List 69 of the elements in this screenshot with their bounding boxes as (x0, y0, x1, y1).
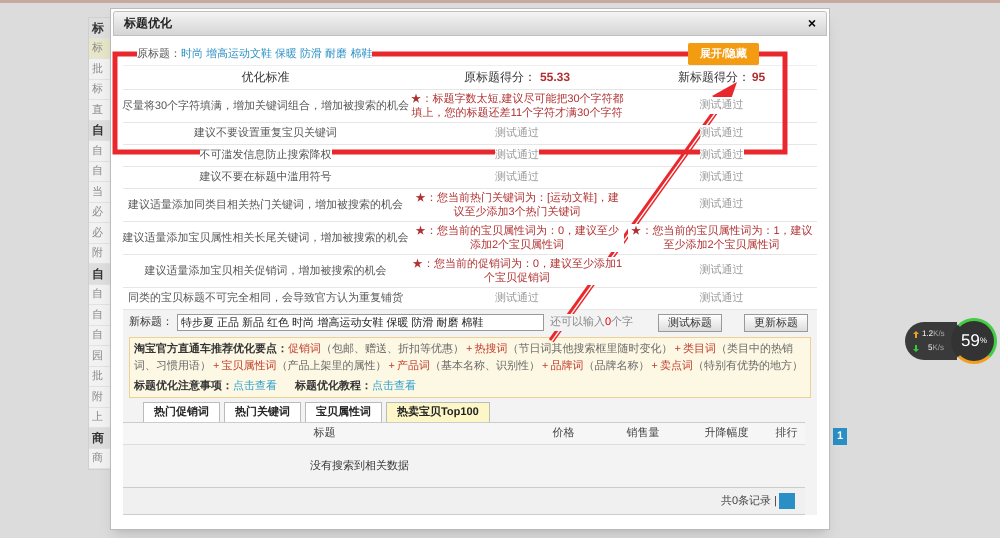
sidebar-item[interactable]: 标 (89, 80, 111, 99)
table-cell: 尽量将30个字符填满，增加关键词组合，增加被搜索的机会 (122, 98, 410, 112)
record-count: 共0条记录 | (720, 494, 777, 509)
sidebar-header: 自 (89, 264, 111, 284)
sidebar-item[interactable]: 自 (89, 326, 111, 345)
sidebar-item[interactable]: 批 (89, 59, 111, 78)
sidebar-item[interactable]: 自 (89, 284, 111, 304)
memory-gauge: 59% (951, 318, 997, 364)
table-cell: 不可滥发信息防止搜索降权 (200, 148, 332, 162)
dialog-title: 标题优化 (124, 15, 172, 32)
page-button[interactable]: 1 (833, 428, 848, 444)
new-title-label: 新标题： (129, 314, 173, 330)
score-value: 95 (752, 69, 766, 86)
sidebar-item[interactable]: 必 (89, 223, 111, 242)
view-link[interactable]: 点击查看 (372, 378, 416, 394)
test-title-button[interactable]: 测试标题 (658, 314, 722, 332)
download-speed: 5K/s (927, 342, 944, 354)
sidebar-item[interactable]: 自 (89, 162, 111, 181)
upload-arrow-icon (913, 330, 919, 338)
table-cell: 建议适量添加同类目相关热门关键词，增加被搜索的机会 (128, 198, 403, 212)
download-arrow-icon (913, 344, 919, 352)
sidebar-item[interactable]: 直 (89, 100, 111, 120)
warning-text: ★：您当前的宝贝属性词为：1，建议至少添加2个宝贝属性词 (628, 224, 815, 252)
sidebar-item[interactable]: 园 (89, 346, 111, 366)
tips-label: 标题优化注意事项： (134, 378, 233, 394)
warning-text: ★：标题字数太短,建议尽可能把30个字符都填上，您的标题还差11个字符才满30个字符 (410, 92, 624, 120)
column-header: 升降幅度 (704, 426, 748, 442)
sidebar-item[interactable]: 自 (89, 141, 111, 160)
new-title-field[interactable]: 特步夏 正品 新品 红色 时尚 增高运动女鞋 保暖 防滑 耐磨 棉鞋 (177, 314, 544, 331)
column-header: 价格 (552, 426, 574, 442)
sidebar-item[interactable]: 标 (89, 38, 111, 58)
sidebar-header: 标 (89, 18, 111, 38)
pass-text: 测试通过 (700, 124, 744, 142)
empty-message: 没有搜索到相关数据 (310, 458, 409, 474)
column-header: 排行 (775, 426, 798, 442)
score-value: 55.33 (540, 69, 570, 86)
sidebar-item[interactable]: 附 (89, 244, 111, 263)
tab[interactable]: 热门促销词 (143, 402, 220, 422)
sidebar-item[interactable]: 商 (89, 448, 111, 468)
sidebar-item[interactable]: 自 (89, 305, 111, 324)
sidebar-item[interactable]: 当 (89, 182, 111, 202)
sidebar-item[interactable]: 必 (89, 202, 111, 222)
upload-speed: 1.2K/s (922, 328, 945, 340)
view-link[interactable]: 点击查看 (233, 378, 277, 394)
warning-text: ★：您当前的促销词为：0，建议至少添加1个宝贝促销词 (410, 256, 624, 284)
table-cell: 建议适量添加宝贝属性相关长尾关键词，增加被搜索的机会 (122, 230, 408, 244)
tips-label: 标题优化教程： (295, 378, 372, 394)
toggle-button[interactable]: 展开/隐藏 (688, 43, 759, 65)
sidebar-item[interactable]: 附 (89, 387, 111, 406)
table-cell: 建议不要在标题中滥用符号 (200, 170, 332, 184)
pass-text: 测试通过 (700, 97, 744, 114)
column-header: 优化标准 (242, 69, 290, 86)
update-title-button[interactable]: 更新标题 (744, 314, 808, 332)
column-header: 标题 (313, 426, 336, 442)
table-cell: 同类的宝贝标题不可完全相同，会导致官方认为重复铺货 (128, 291, 403, 305)
tab[interactable]: 热门关键词 (224, 402, 301, 422)
sidebar-item[interactable]: 批 (89, 366, 111, 386)
column-header: 销售量 (626, 426, 660, 442)
sidebar-item[interactable]: 上 (89, 408, 111, 427)
close-button[interactable]: × (808, 16, 816, 30)
score-label: 原标题得分： (464, 69, 536, 86)
tips-text: 淘宝官方直通车推荐优化要点：促销词（包邮、赠送、折扣等优惠） + 热搜词（节日词其他搜索框里随时变化） + 类目词（类目中的热销词、习惯用语） + 宝贝属性词（产品上架里的属性） + 产品词（基本名称、识别性） + 品牌词（品牌名称） + 卖点词（特别有优势的地方） (134, 342, 804, 374)
sidebar-header: 商 (89, 428, 111, 448)
tab[interactable]: 热卖宝贝Top100 (386, 402, 490, 422)
score-label: 新标题得分： (678, 69, 750, 86)
table-cell: 建议不要设置重复宝贝关键词 (194, 126, 337, 140)
sidebar-header: 自 (89, 120, 111, 140)
table-cell: 建议适量添加宝贝相关促销词，增加被搜索的机会 (144, 264, 386, 278)
tab[interactable]: 宝贝属性词 (305, 402, 382, 422)
